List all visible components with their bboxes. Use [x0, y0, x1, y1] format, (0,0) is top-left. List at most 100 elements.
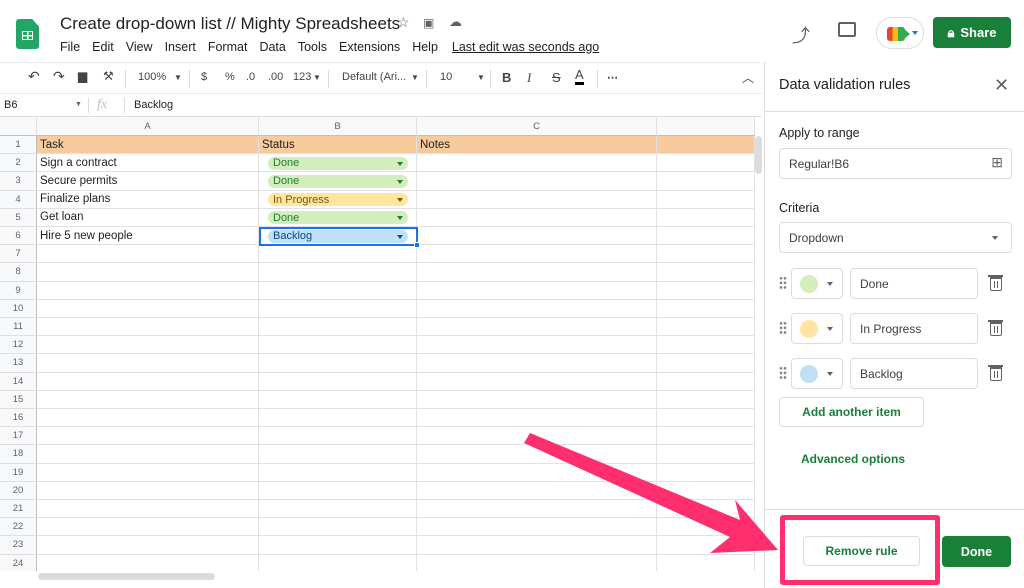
cell[interactable] — [37, 354, 259, 373]
row-header[interactable]: 23 — [0, 536, 37, 555]
row-header[interactable]: 7 — [0, 245, 37, 264]
cell[interactable] — [37, 427, 259, 446]
star-icon[interactable]: ☆ — [397, 14, 410, 31]
cell[interactable] — [417, 154, 657, 173]
trash-icon[interactable] — [988, 320, 1003, 336]
redo-icon[interactable]: ↷ — [53, 68, 65, 85]
row-header[interactable]: 11 — [0, 318, 37, 337]
select-all-corner[interactable] — [0, 117, 37, 136]
cell[interactable] — [657, 281, 755, 300]
name-box[interactable]: B6 — [4, 99, 17, 111]
cell[interactable] — [37, 500, 259, 519]
document-title[interactable]: Create drop-down list // Mighty Spreadsh… — [60, 14, 400, 34]
row-header[interactable]: 22 — [0, 518, 37, 537]
cell[interactable] — [37, 409, 259, 428]
cell[interactable] — [657, 227, 755, 246]
cell[interactable] — [259, 318, 417, 337]
row-header[interactable]: 21 — [0, 500, 37, 519]
row-header[interactable]: 15 — [0, 390, 37, 409]
cell[interactable] — [657, 318, 755, 337]
cell[interactable] — [259, 336, 417, 355]
cell[interactable] — [37, 245, 259, 264]
currency-format-button[interactable]: $ — [201, 71, 207, 83]
trash-icon[interactable] — [988, 275, 1003, 291]
cell[interactable] — [657, 190, 755, 209]
more-formats-button[interactable]: 123 — [293, 71, 311, 83]
cell[interactable] — [259, 281, 417, 300]
cell[interactable]: Finalize plans — [37, 190, 259, 209]
row-header[interactable]: 8 — [0, 263, 37, 282]
menu-view[interactable]: View — [126, 40, 153, 54]
drag-handle-icon[interactable] — [779, 276, 787, 290]
criteria-select[interactable]: Dropdown — [779, 222, 1012, 253]
row-header[interactable]: 9 — [0, 281, 37, 300]
share-button[interactable]: 🔒︎ Share — [933, 17, 1011, 48]
cell[interactable] — [37, 518, 259, 537]
cell[interactable] — [417, 190, 657, 209]
cell[interactable] — [259, 372, 417, 391]
undo-icon[interactable]: ↶ — [28, 68, 40, 85]
row-header[interactable]: 6 — [0, 227, 37, 246]
cell[interactable] — [417, 372, 657, 391]
comment-icon[interactable] — [838, 22, 856, 37]
cell[interactable] — [657, 299, 755, 318]
bold-button[interactable]: B — [502, 70, 511, 85]
cell[interactable] — [417, 245, 657, 264]
menu-extensions[interactable]: Extensions — [339, 40, 400, 54]
cell[interactable] — [259, 445, 417, 464]
color-picker-button[interactable] — [791, 358, 843, 389]
cell[interactable]: Task — [37, 136, 259, 155]
cell[interactable] — [259, 518, 417, 537]
close-icon[interactable]: ✕ — [994, 75, 1009, 96]
menu-edit[interactable]: Edit — [92, 40, 114, 54]
row-header[interactable]: 3 — [0, 172, 37, 191]
row-header[interactable]: 19 — [0, 463, 37, 482]
row-header[interactable]: 18 — [0, 445, 37, 464]
column-header[interactable]: B — [259, 117, 417, 136]
menu-insert[interactable]: Insert — [165, 40, 196, 54]
cell[interactable] — [259, 299, 417, 318]
cell[interactable] — [259, 427, 417, 446]
cell[interactable] — [259, 263, 417, 282]
cell[interactable] — [417, 390, 657, 409]
row-header[interactable]: 5 — [0, 208, 37, 227]
row-header[interactable]: 13 — [0, 354, 37, 373]
font-size-select[interactable]: 10 — [440, 71, 452, 83]
decrease-decimal-button[interactable]: .0 — [246, 71, 255, 83]
more-options-button[interactable]: ⋯ — [607, 71, 618, 84]
cell[interactable] — [259, 554, 417, 571]
cell[interactable] — [417, 318, 657, 337]
cell[interactable] — [417, 208, 657, 227]
paint-format-icon[interactable]: ⚒ — [103, 69, 114, 83]
cell[interactable]: Secure permits — [37, 172, 259, 191]
cell[interactable] — [37, 263, 259, 282]
cell[interactable] — [657, 336, 755, 355]
cell[interactable] — [417, 281, 657, 300]
horizontal-scrollbar[interactable] — [38, 573, 215, 580]
cell[interactable] — [417, 299, 657, 318]
italic-button[interactable]: I — [527, 70, 531, 86]
row-header[interactable]: 17 — [0, 427, 37, 446]
row-header[interactable]: 20 — [0, 481, 37, 500]
status-dropdown-chip[interactable]: In Progress — [268, 193, 408, 207]
percent-format-button[interactable]: % — [225, 71, 235, 83]
cell[interactable] — [657, 354, 755, 373]
cell[interactable] — [259, 481, 417, 500]
cell[interactable] — [259, 245, 417, 264]
item-input[interactable]: In Progress — [850, 313, 978, 344]
done-button[interactable]: Done — [942, 536, 1011, 567]
row-header[interactable]: 4 — [0, 190, 37, 209]
advanced-options-link[interactable]: Advanced options — [801, 452, 905, 466]
cell[interactable] — [657, 172, 755, 191]
cell[interactable] — [37, 536, 259, 555]
add-item-button[interactable]: Add another item — [779, 397, 924, 427]
text-color-button[interactable]: A — [575, 68, 584, 85]
cell[interactable] — [259, 354, 417, 373]
column-header[interactable]: A — [37, 117, 259, 136]
cell[interactable] — [417, 263, 657, 282]
row-header[interactable]: 12 — [0, 336, 37, 355]
cell[interactable] — [37, 481, 259, 500]
increase-decimal-button[interactable]: .00 — [268, 71, 283, 83]
cell[interactable]: Get loan — [37, 208, 259, 227]
sheets-logo-icon[interactable] — [16, 19, 39, 49]
